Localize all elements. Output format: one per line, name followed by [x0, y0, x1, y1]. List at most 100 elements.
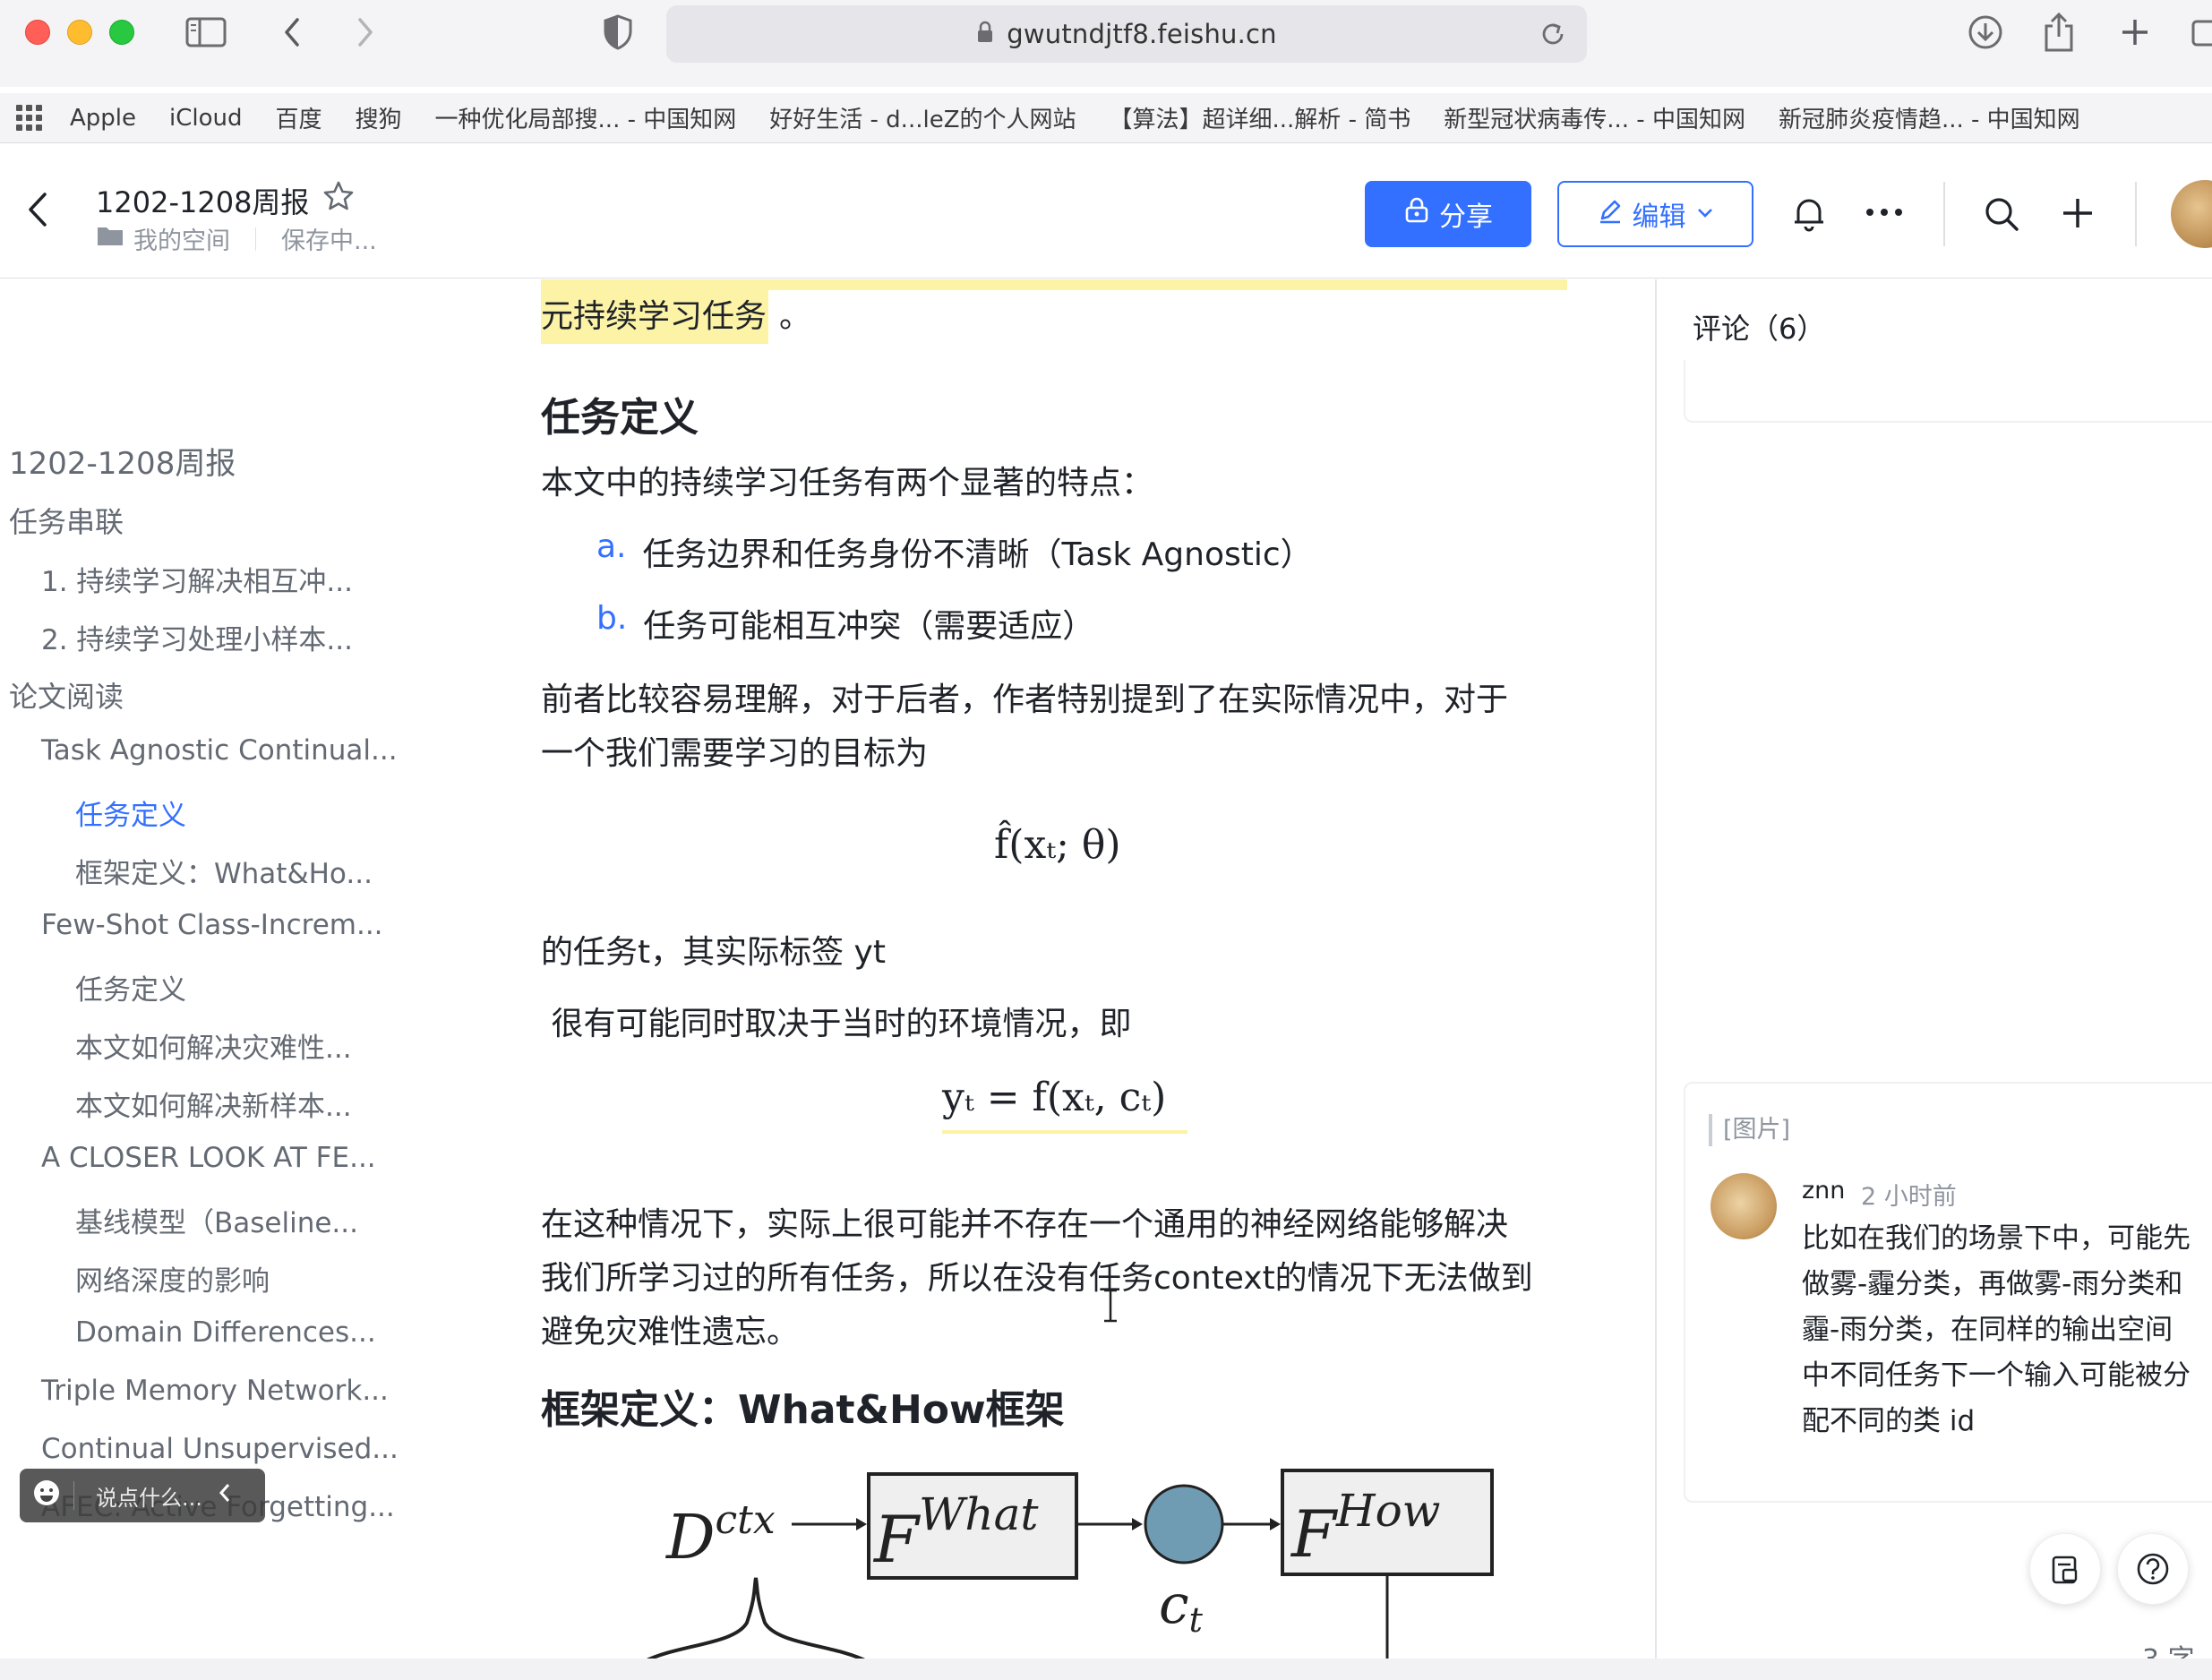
doc-title[interactable]: 1202-1208周报 [96, 180, 309, 221]
outline-item[interactable]: Continual Unsupervised... [41, 1433, 399, 1465]
outline-item[interactable]: 本文如何解决新样本... [75, 1084, 352, 1124]
bookmark-item[interactable]: 新型冠状病毒传... - 中国知网 [1444, 101, 1745, 134]
commenter-avatar[interactable] [1710, 1173, 1777, 1239]
address-bar[interactable]: gwutndjtf8.feishu.cn [666, 5, 1587, 63]
framework-diagram: Dctx FWhat FHow ct [541, 1444, 1571, 1680]
bookmark-item[interactable]: 百度 [276, 101, 322, 134]
doc-breadcrumb: 我的空间 保存中... [96, 221, 377, 256]
comments-title: 评论（6） [1693, 312, 1826, 346]
comment-card-partial[interactable] [1684, 360, 2212, 423]
list-text: 任务边界和任务身份不清晰（Task Agnostic） [642, 536, 1313, 573]
paragraph: 我们所学习过的所有任务，所以在没有任务context的情况下无法做到 [541, 1260, 1533, 1297]
forward-nav-icon[interactable] [351, 13, 378, 52]
browser-titlebar: gwutndjtf8.feishu.cn [0, 0, 2212, 87]
bookmark-item[interactable]: 好好生活 - d...leZ的个人网站 [769, 101, 1076, 134]
outline-item[interactable]: Task Agnostic Continual... [41, 734, 398, 767]
reload-icon[interactable] [1539, 20, 1567, 52]
formula-f-hat: f̂(xₜ; θ) [994, 822, 1121, 868]
outline-item[interactable]: 框架定义：What&Ho... [75, 851, 373, 891]
outline-item[interactable]: 1202-1208周报 [9, 439, 236, 483]
outline-item[interactable]: Few-Shot Class-Increm... [41, 909, 383, 941]
outline-item[interactable]: 论文阅读 [9, 674, 124, 716]
user-avatar[interactable] [2171, 180, 2212, 248]
comment-author[interactable]: znn [1802, 1177, 1845, 1204]
new-tab-icon[interactable] [2119, 13, 2151, 52]
comment-quote[interactable]: [图片] [1709, 1114, 1790, 1146]
outline-item[interactable]: Triple Memory Network... [41, 1375, 389, 1407]
comment-card[interactable]: [图片] znn 2 小时前 比如在我们的场景下中，可能先 做雾-霾分类，再做雾… [1684, 1082, 2212, 1503]
paragraph: 本文中的持续学习任务有两个显著的特点： [541, 465, 1154, 501]
more-options-icon[interactable] [1865, 205, 1904, 223]
tab-overview-icon[interactable] [2191, 13, 2212, 52]
search-icon[interactable] [1983, 195, 2020, 236]
paragraph: 的任务t，其实际标签 yt [541, 934, 886, 971]
outline-item[interactable]: 2. 持续学习处理小样本... [41, 617, 353, 657]
comment-time: 2 小时前 [1861, 1183, 1957, 1211]
chat-input-pill[interactable]: 说点什么... [20, 1469, 265, 1522]
comment-text: 比如在我们的场景下中，可能先 做雾-霾分类，再做雾-雨分类和 霾-雨分类，在同样… [1802, 1222, 2191, 1437]
chat-placeholder: 说点什么... [96, 1485, 202, 1511]
comments-panel: 评论（6） [图片] znn 2 小时前 比如在我们的场景下中，可能先 做雾-霾… [1655, 279, 2212, 1659]
edit-label: 编辑 [1632, 201, 1686, 233]
outline-item[interactable]: 任务串联 [9, 500, 124, 541]
help-icon[interactable] [2117, 1533, 2189, 1605]
list-marker: a. [596, 528, 627, 565]
apps-grid-icon[interactable] [16, 105, 47, 131]
bookmark-item[interactable]: iCloud [169, 105, 243, 132]
outline-item[interactable]: 网络深度的影响 [75, 1258, 270, 1299]
outline-item-active[interactable]: 任务定义 [75, 793, 186, 833]
space-link[interactable]: 我的空间 [133, 221, 230, 256]
outline-item[interactable]: 1. 持续学习解决相互冲... [41, 559, 353, 599]
doc-info-icon[interactable] [2029, 1533, 2101, 1605]
bookmark-item[interactable]: Apple [70, 105, 136, 132]
formula-yt: yₜ = f(xₜ, cₜ) [942, 1075, 1167, 1120]
highlighted-text: 元持续学习任务 [541, 290, 769, 344]
chevron-left-icon[interactable] [217, 1481, 233, 1510]
outline-item[interactable]: Domain Differences... [75, 1316, 376, 1349]
zoom-window-button[interactable] [109, 20, 134, 45]
url-text: gwutndjtf8.feishu.cn [1007, 19, 1277, 49]
share-page-icon[interactable] [2042, 12, 2076, 52]
paragraph: 前者比较容易理解，对于后者，作者特别提到了在实际情况中，对于 [541, 681, 1509, 718]
list-text: 任务可能相互冲突（需要适应） [643, 608, 1095, 645]
share-button[interactable]: 分享 [1365, 181, 1531, 247]
close-window-button[interactable] [25, 20, 50, 45]
outline-item[interactable]: A CLOSER LOOK AT FE... [41, 1142, 376, 1174]
outline-item[interactable]: 基线模型（Baseline... [75, 1200, 358, 1240]
pencil-icon [1597, 197, 1624, 231]
d-ctx-label: Dctx [664, 1497, 776, 1573]
paragraph-tail: 。 [779, 298, 812, 335]
star-icon[interactable] [322, 180, 355, 216]
doc-outline: 1202-1208周报 任务串联 1. 持续学习解决相互冲... 2. 持续学习… [0, 279, 403, 1659]
back-nav-icon[interactable] [279, 13, 306, 52]
list-marker: b. [596, 600, 628, 637]
minimize-window-button[interactable] [67, 20, 92, 45]
privacy-shield-icon[interactable] [602, 13, 634, 52]
doc-body[interactable]: 元持续学习任务 。 任务定义 本文中的持续学习任务有两个显著的特点： a. 任务… [541, 279, 1571, 1680]
outline-item[interactable]: 本文如何解决灾难性... [75, 1025, 352, 1066]
back-arrow-icon[interactable] [27, 191, 48, 232]
outline-item[interactable]: 任务定义 [75, 967, 186, 1007]
paragraph: 避免灾难性遗忘。 [541, 1314, 800, 1350]
sidebar-toggle-icon[interactable] [184, 13, 227, 52]
edit-mode-dropdown[interactable]: 编辑 [1557, 181, 1753, 247]
add-icon[interactable] [2060, 195, 2096, 235]
lock-icon [976, 21, 994, 47]
bookmark-item[interactable]: 【算法】超详细...解析 - 简书 [1110, 101, 1411, 134]
ct-label: ct [1159, 1573, 1204, 1640]
formula-underline [942, 1130, 1187, 1134]
text-cursor-icon [1102, 1288, 1119, 1327]
list-item: a. 任务边界和任务身份不清晰（Task Agnostic） [596, 528, 1313, 575]
downloads-icon[interactable] [1967, 13, 2004, 52]
smiley-icon[interactable] [32, 1479, 61, 1513]
chevron-down-icon [1695, 199, 1715, 230]
save-status: 保存中... [281, 227, 377, 255]
bell-icon[interactable] [1791, 195, 1827, 236]
bookmark-item[interactable]: 搜狗 [356, 101, 402, 134]
folder-icon [96, 224, 124, 253]
bookmark-item[interactable]: 一种优化局部搜... - 中国知网 [435, 101, 737, 134]
share-label: 分享 [1439, 201, 1493, 233]
paragraph: 在这种情况下，实际上很可能并不存在一个通用的神经网络能够解决 [541, 1206, 1509, 1243]
bookmark-item[interactable]: 新冠肺炎疫情趋... - 中国知网 [1779, 101, 2080, 134]
context-node [1144, 1484, 1224, 1564]
